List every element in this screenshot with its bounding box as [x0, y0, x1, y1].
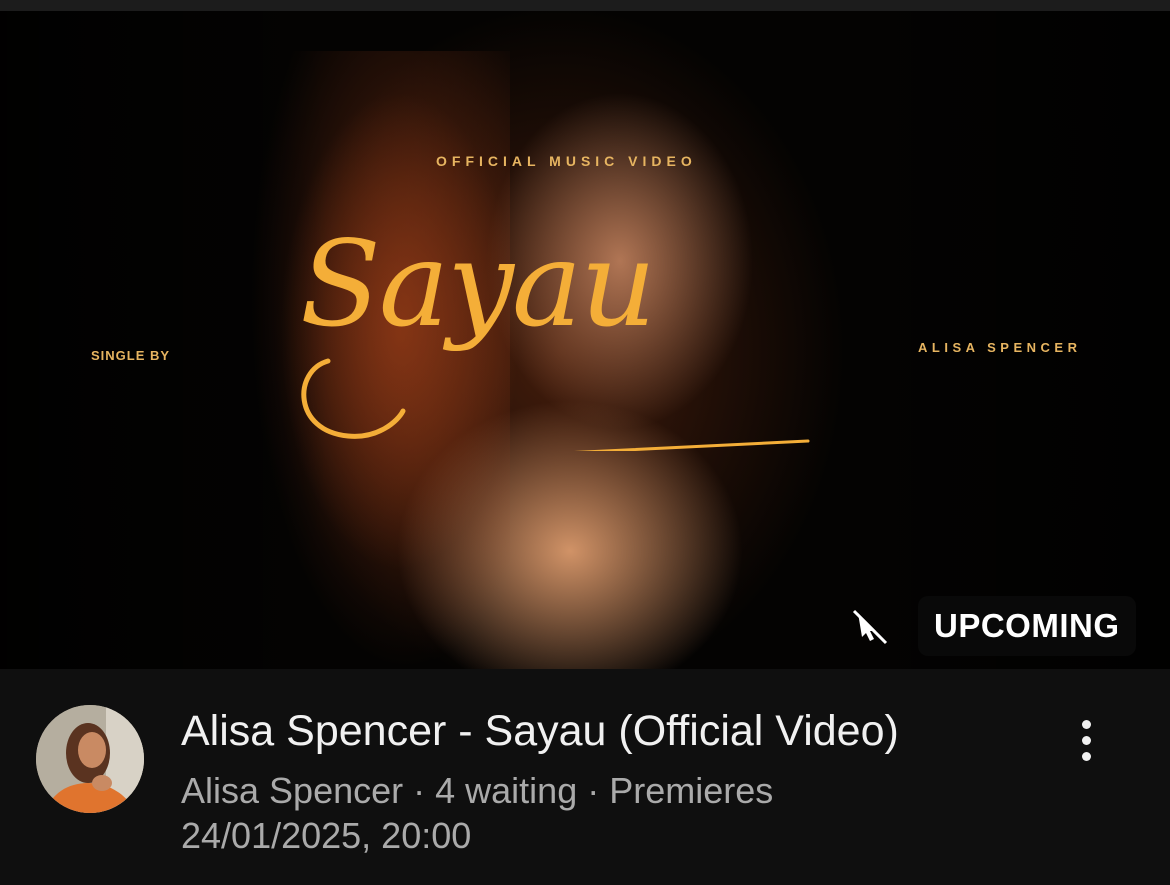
video-thumbnail[interactable]: OFFICIAL MUSIC VIDEO SINGLE BY ALISA SPE…: [0, 11, 1170, 669]
upcoming-badge: UPCOMING: [918, 596, 1136, 656]
more-options-button[interactable]: [1064, 710, 1108, 770]
waiting-count: 4 waiting: [435, 770, 578, 811]
video-metadata: Alisa Spencer · 4 waiting · Premieres 24…: [181, 768, 1021, 858]
top-strip: [0, 0, 1170, 11]
meta-separator: ·: [577, 770, 610, 811]
thumbnail-song-title: Sayau: [300, 215, 656, 353]
premiere-label: Premieres: [609, 770, 774, 811]
more-vertical-icon: [1081, 719, 1091, 729]
channel-avatar[interactable]: [36, 705, 144, 813]
thumbnail-single-by-text: SINGLE BY: [91, 348, 171, 363]
premiere-datetime: 24/01/2025, 20:00: [181, 815, 472, 856]
video-title[interactable]: Alisa Spencer - Sayau (Official Video): [181, 707, 899, 756]
thumbnail-artist-text: ALISA SPENCER: [918, 340, 1082, 355]
thumbnail-title-swash: [301, 358, 810, 451]
thumbnail-official-music-video-text: OFFICIAL MUSIC VIDEO: [436, 153, 697, 169]
meta-separator: ·: [403, 770, 436, 811]
more-vertical-icon: [1081, 735, 1091, 745]
cursor-off-icon: [852, 609, 888, 645]
channel-name[interactable]: Alisa Spencer: [181, 770, 403, 811]
more-vertical-icon: [1081, 751, 1091, 761]
